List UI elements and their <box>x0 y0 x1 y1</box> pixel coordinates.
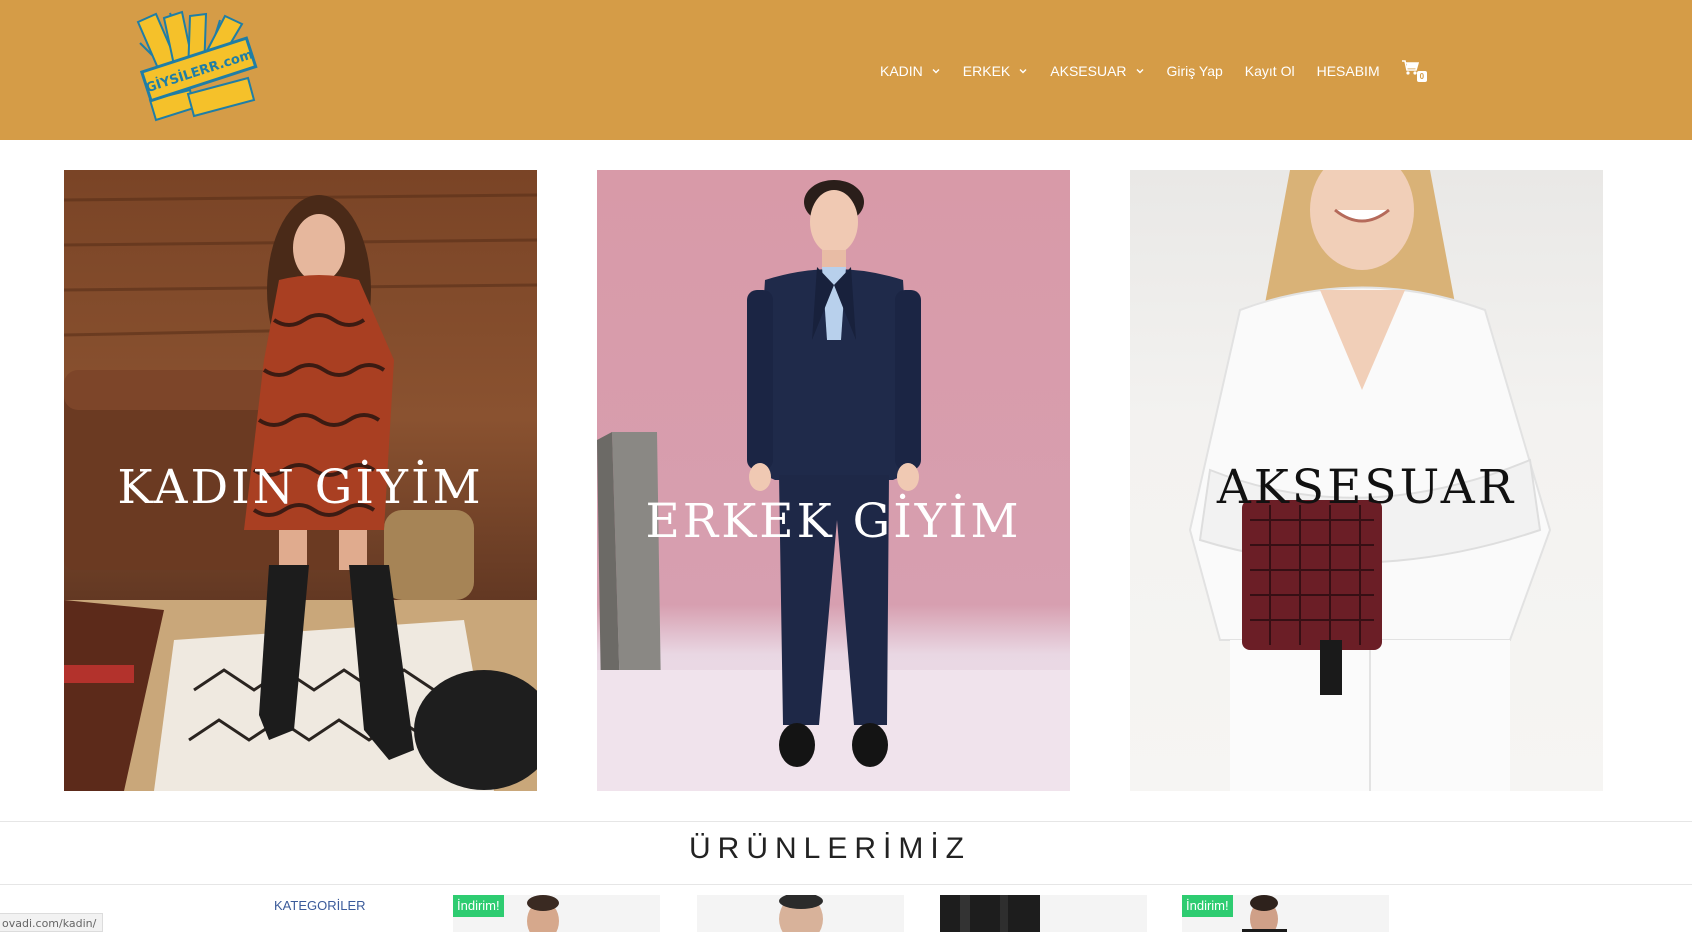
cart-count-badge: 0 <box>1416 71 1428 82</box>
product-card[interactable]: İndirim! <box>1182 895 1389 932</box>
categories-heading: KATEGORİLER <box>274 898 366 913</box>
nav-item-label: ERKEK <box>962 63 1011 79</box>
section-title: ÜRÜNLERİMİZ <box>688 832 971 865</box>
main-nav: KADIN ERKEK AKSESUAR Giriş Yap Kayıt Ol … <box>880 58 1432 84</box>
product-image <box>779 895 823 932</box>
chevron-down-icon <box>1136 69 1144 74</box>
nav-item-kadin[interactable]: KADIN <box>880 63 941 79</box>
category-card-aksesuar[interactable]: AKSESUAR <box>1130 170 1603 791</box>
status-bar-url: ovadi.com/kadin/ <box>0 913 104 932</box>
product-card[interactable]: İndirim! <box>453 895 660 932</box>
product-card[interactable] <box>940 895 1147 932</box>
sale-badge: İndirim! <box>453 895 504 917</box>
sale-badge: İndirim! <box>1182 895 1233 917</box>
nav-item-label: KADIN <box>880 63 923 79</box>
nav-item-register[interactable]: Kayıt Ol <box>1245 63 1295 79</box>
nav-item-aksesuar[interactable]: AKSESUAR <box>1050 63 1144 79</box>
man-model-image <box>597 180 1070 791</box>
nav-item-account[interactable]: HESABIM <box>1317 63 1380 79</box>
category-card-erkek[interactable]: ERKEK GİYİM <box>597 170 1070 791</box>
nav-item-label: Giriş Yap <box>1166 63 1223 79</box>
nav-item-erkek[interactable]: ERKEK <box>963 63 1028 79</box>
site-logo[interactable]: GİYSİLERR.com <box>130 8 265 133</box>
product-card[interactable] <box>697 895 904 932</box>
section-divider <box>0 884 1692 885</box>
section-divider <box>0 821 1692 822</box>
chevron-down-icon <box>932 69 940 74</box>
nav-item-label: Kayıt Ol <box>1244 63 1295 79</box>
chevron-down-icon <box>1019 69 1027 74</box>
product-image <box>940 895 1040 932</box>
category-card-title: ERKEK GİYİM <box>645 494 1022 549</box>
category-card-title: AKSESUAR <box>1216 460 1517 515</box>
nav-item-label: HESABIM <box>1316 63 1380 79</box>
category-card-title: KADIN GİYİM <box>117 460 484 515</box>
nav-item-label: AKSESUAR <box>1050 63 1127 79</box>
nav-item-login[interactable]: Giriş Yap <box>1167 63 1223 79</box>
cart-button[interactable]: 0 <box>1401 60 1432 82</box>
site-header: GİYSİLERR.com KADIN ERKEK AKSESUAR Giriş… <box>0 0 1692 140</box>
category-card-kadin[interactable]: KADIN GİYİM <box>64 170 537 791</box>
